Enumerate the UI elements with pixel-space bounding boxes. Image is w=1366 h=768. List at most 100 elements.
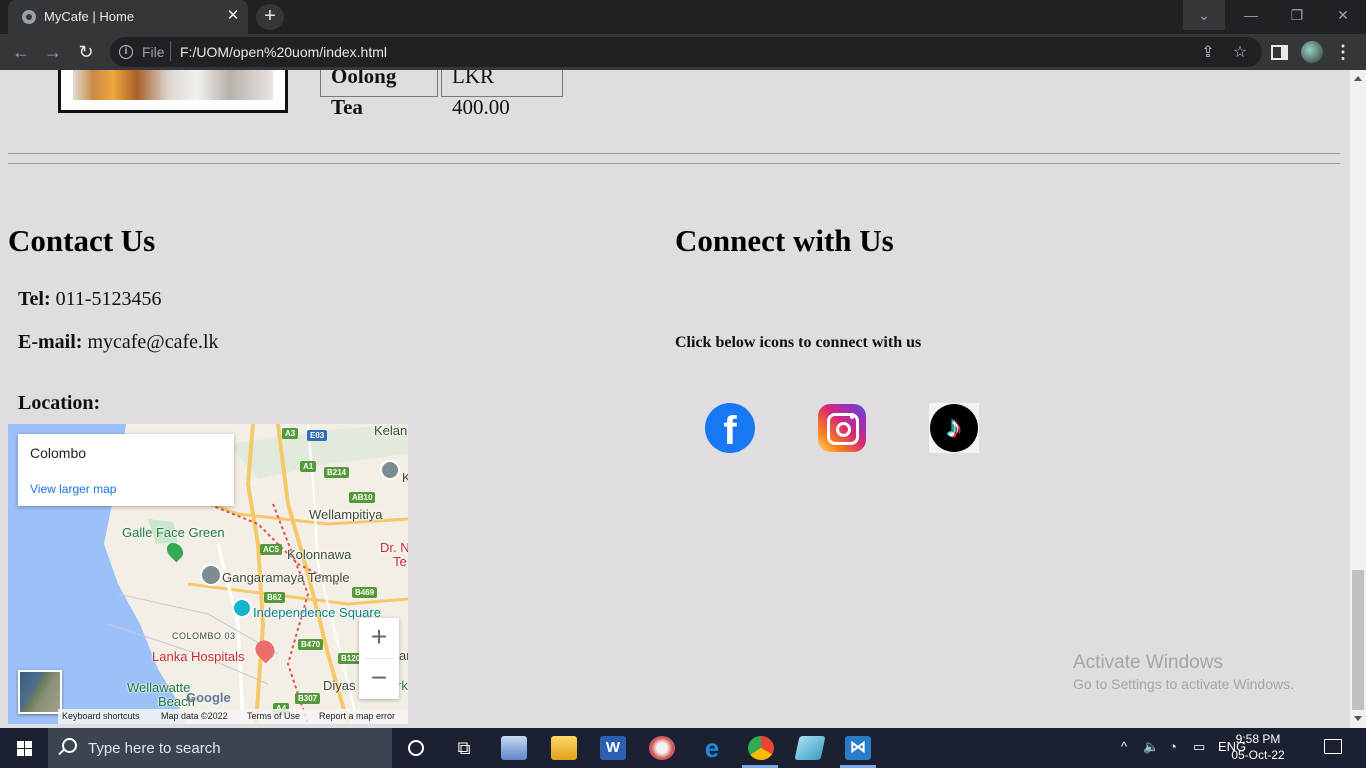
minimize-button[interactable]: — — [1228, 0, 1274, 30]
restore-button[interactable]: ❐ — [1274, 0, 1320, 30]
clock-time: 9:58 PM — [1235, 732, 1281, 746]
tea-image — [73, 70, 273, 100]
map-place-name: Colombo — [30, 445, 87, 461]
back-button[interactable]: ← — [9, 40, 33, 64]
battery-icon[interactable]: ▭ — [1193, 739, 1205, 755]
taskbar-search-box[interactable]: Type here to search — [48, 728, 392, 768]
search-placeholder: Type here to search — [88, 740, 221, 757]
contact-heading: Contact Us — [8, 223, 156, 258]
browser-tab[interactable]: MyCafe | Home ✕ — [8, 0, 248, 34]
browser-tab-strip: MyCafe | Home ✕ + ⌄ — ❐ ✕ — [0, 0, 1366, 34]
bookmark-star-icon[interactable]: ☆ — [1230, 43, 1250, 63]
close-window-button[interactable]: ✕ — [1320, 0, 1366, 30]
embedded-map[interactable]: Kelan Galle Face Green Wellampitiya Kolo… — [8, 424, 408, 724]
address-bar[interactable]: i File F:/UOM/open%20uom/index.html ⇪ ☆ — [110, 37, 1262, 67]
map-label: Galle Face Green — [122, 525, 225, 540]
map-label: Te — [393, 554, 407, 569]
clock[interactable]: 9:58 PM 05-Oct-22 — [1222, 731, 1294, 763]
view-larger-map-link[interactable]: View larger map — [30, 482, 116, 496]
notes-app-icon[interactable] — [794, 736, 826, 760]
new-tab-button[interactable]: + — [256, 4, 284, 30]
facebook-icon[interactable]: f — [705, 403, 755, 453]
road-shield: B214 — [324, 467, 350, 478]
divider — [8, 153, 1340, 154]
contact-tel: Tel: 011-5123456 — [18, 288, 162, 311]
menu-item-name: Oolong Tea — [320, 70, 438, 119]
task-view-icon[interactable]: ⧉ — [450, 734, 478, 762]
temple-marker-icon[interactable] — [200, 564, 222, 586]
chrome-icon[interactable] — [748, 736, 774, 760]
page-scrollbar[interactable] — [1350, 70, 1366, 728]
page-content: Oolong Tea LKR 400.00 Contact Us Tel: 01… — [0, 70, 1350, 728]
map-attribution-bar: Keyboard shortcuts Map data ©2022 Terms … — [58, 709, 408, 724]
satellite-toggle-button[interactable] — [18, 670, 62, 714]
notification-center-icon[interactable] — [1324, 739, 1342, 754]
volume-icon[interactable]: 🔈 — [1143, 739, 1159, 755]
tiktok-icon-wrapper[interactable]: ♪ — [929, 403, 979, 453]
control-panel-icon[interactable] — [501, 736, 527, 760]
url-separator — [170, 41, 171, 61]
windows-logo-icon — [17, 741, 32, 756]
road-shield: AC5 — [260, 544, 283, 555]
site-info-icon[interactable]: i — [119, 45, 133, 59]
reload-button[interactable]: ↻ — [74, 40, 98, 64]
google-logo: Google — [186, 690, 231, 705]
road-shield: E03 — [307, 430, 328, 441]
road-shield: A3 — [282, 428, 299, 439]
map-label: Gangaramaya Temple — [222, 570, 350, 585]
url-scheme: File — [142, 44, 165, 60]
instagram-icon[interactable] — [818, 404, 866, 452]
browser-toolbar: ← → ↻ i File F:/UOM/open%20uom/index.htm… — [0, 34, 1366, 70]
scroll-up-arrow-icon[interactable] — [1354, 76, 1362, 81]
landmark-marker-icon[interactable] — [232, 598, 252, 618]
paint-icon[interactable] — [649, 736, 675, 760]
tel-value: 011-5123456 — [55, 288, 162, 310]
scroll-thumb[interactable] — [1352, 570, 1364, 710]
vscode-icon[interactable]: ⋈ — [845, 736, 871, 760]
road-shield: B307 — [295, 693, 321, 704]
show-hidden-icons-icon[interactable]: ^ — [1121, 739, 1127, 754]
forward-button[interactable]: → — [41, 40, 65, 64]
map-data-text: Map data ©2022 — [161, 711, 228, 721]
tab-search-button[interactable]: ⌄ — [1183, 0, 1225, 30]
map-label: K — [402, 470, 408, 485]
report-error-link[interactable]: Report a map error — [319, 709, 395, 724]
side-panel-icon[interactable] — [1271, 45, 1288, 60]
temple-marker-icon[interactable] — [380, 460, 400, 480]
close-tab-icon[interactable]: ✕ — [224, 7, 242, 25]
word-icon[interactable]: W — [600, 736, 626, 760]
zoom-in-button[interactable]: + — [359, 618, 399, 658]
map-label: Kelan — [374, 424, 408, 438]
terms-link[interactable]: Terms of Use — [247, 709, 300, 724]
contact-email: E-mail: mycafe@cafe.lk — [18, 331, 219, 354]
clock-date: 05-Oct-22 — [1231, 748, 1285, 762]
tel-label: Tel: — [18, 288, 51, 310]
map-label: Wellampitiya — [309, 507, 383, 522]
menu-item-price: LKR 400.00 — [441, 70, 563, 119]
search-icon — [62, 738, 77, 753]
map-label: Kolonnawa — [287, 547, 352, 562]
connect-instruction: Click below icons to connect with us — [675, 334, 922, 351]
map-label: ar — [399, 648, 408, 663]
road-shield: B469 — [352, 587, 378, 598]
tiktok-icon[interactable]: ♪ — [930, 404, 978, 452]
edge-icon[interactable]: e — [699, 735, 725, 761]
scroll-down-arrow-icon[interactable] — [1354, 716, 1362, 721]
activate-windows-title: Activate Windows — [1073, 652, 1223, 673]
browser-menu-icon[interactable]: ⋮ — [1334, 40, 1352, 64]
start-button[interactable] — [0, 728, 48, 768]
url-text[interactable]: F:/UOM/open%20uom/index.html — [180, 44, 387, 60]
keyboard-shortcuts-link[interactable]: Keyboard shortcuts — [62, 709, 140, 724]
location-label: Location: — [18, 392, 101, 414]
file-explorer-icon[interactable] — [551, 736, 577, 760]
email-label: E-mail: — [18, 331, 83, 353]
road-shield: B62 — [264, 592, 285, 603]
road-shield: A1 — [300, 461, 317, 472]
profile-avatar[interactable] — [1301, 41, 1323, 63]
share-icon[interactable]: ⇪ — [1198, 43, 1218, 63]
wifi-icon[interactable]: ◔ — [1169, 739, 1177, 754]
zoom-out-button[interactable]: − — [359, 659, 399, 699]
instagram-camera-glyph — [827, 413, 859, 445]
map-label: Diyas — [323, 678, 356, 693]
cortana-icon[interactable] — [402, 734, 430, 762]
